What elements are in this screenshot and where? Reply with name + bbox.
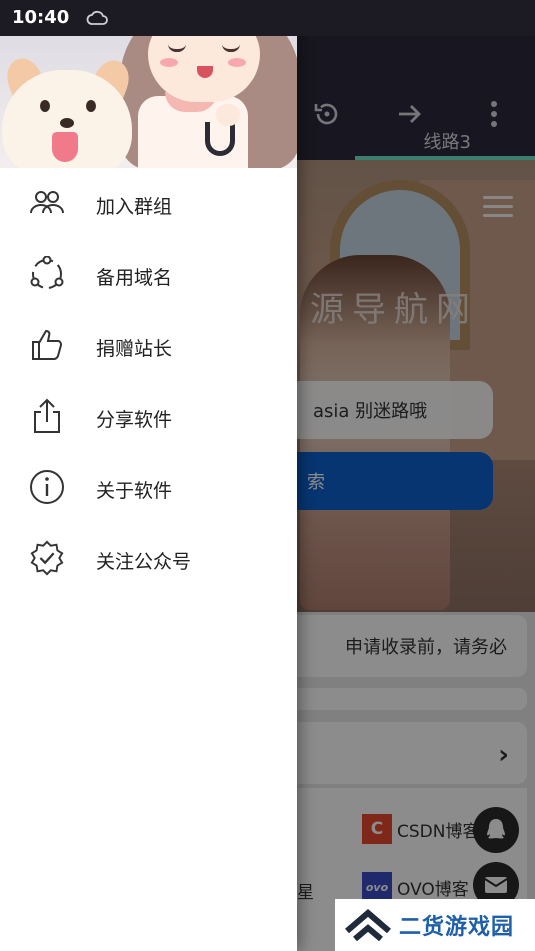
umbrella-handle — [205, 122, 235, 156]
status-time: 10:40 — [12, 7, 70, 28]
drawer-menu: 加入群组 备用域名 捐赠站长 分享软件 关于软件 关注公众号 — [0, 168, 297, 594]
menu-item-donate[interactable]: 捐赠站长 — [0, 310, 297, 381]
info-icon — [29, 469, 65, 505]
watermark-text: 二货游戏园 — [399, 915, 515, 940]
menu-item-follow-account[interactable]: 关注公众号 — [0, 523, 297, 594]
menu-item-backup-domain[interactable]: 备用域名 — [0, 239, 297, 310]
menu-item-label: 关注公众号 — [96, 551, 192, 573]
menu-item-label: 加入群组 — [96, 196, 173, 218]
verified-badge-icon — [29, 540, 65, 576]
status-bar: 10:40 — [0, 0, 535, 36]
group-icon — [29, 185, 65, 221]
menu-item-join-group[interactable]: 加入群组 — [0, 168, 297, 239]
watermark: 二货游戏园 — [335, 899, 535, 951]
navigation-drawer: 加入群组 备用域名 捐赠站长 分享软件 关于软件 关注公众号 — [0, 0, 297, 951]
menu-item-label: 捐赠站长 — [96, 338, 173, 360]
share-nodes-icon — [29, 256, 65, 292]
menu-item-about-app[interactable]: 关于软件 — [0, 452, 297, 523]
cloud-icon — [86, 8, 108, 32]
menu-item-label: 分享软件 — [96, 409, 173, 431]
watermark-logo-icon — [345, 909, 391, 942]
menu-item-share-app[interactable]: 分享软件 — [0, 381, 297, 452]
share-upload-icon — [29, 398, 65, 434]
thumbs-up-icon — [29, 327, 65, 363]
menu-item-label: 关于软件 — [96, 480, 173, 502]
menu-item-label: 备用域名 — [96, 267, 173, 289]
